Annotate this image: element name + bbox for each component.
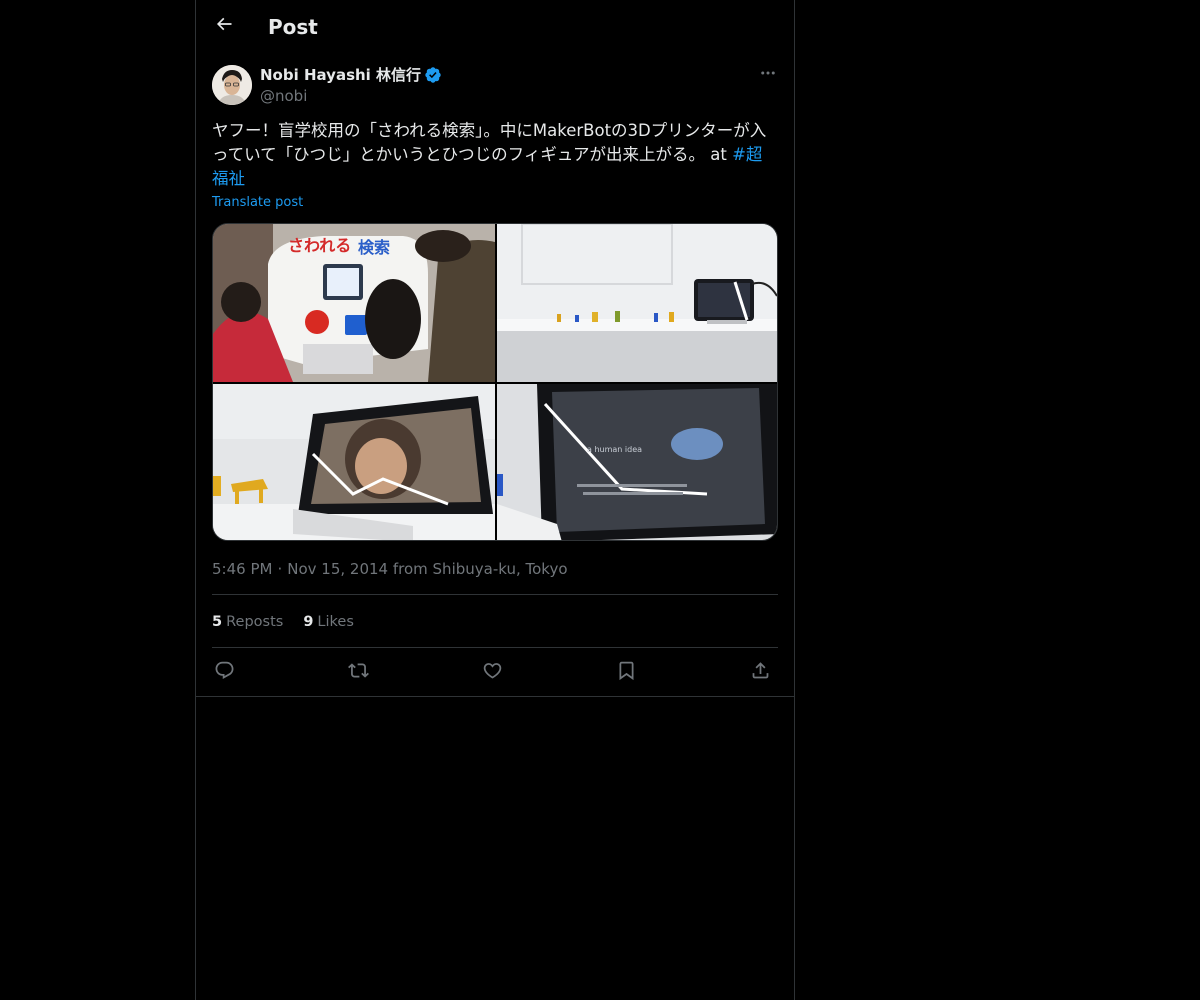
verified-badge-icon[interactable] [424, 66, 442, 84]
post-stats: 5 Reposts 9 Likes [212, 612, 374, 632]
bookmark-button[interactable] [614, 660, 638, 684]
share-icon [750, 660, 771, 685]
back-button[interactable] [210, 12, 238, 40]
media-photo-1[interactable]: さわれる 検索 [213, 224, 495, 382]
like-button[interactable] [480, 660, 504, 684]
divider [212, 594, 778, 595]
like-icon [482, 660, 503, 685]
action-bar [212, 660, 778, 686]
media-grid: さわれる 検索 a human idea [212, 223, 778, 541]
reposts-stat[interactable]: 5 Reposts [212, 612, 283, 632]
translate-post-link[interactable]: Translate post [212, 194, 303, 212]
name-row: Nobi Hayashi 林信行 [260, 65, 442, 85]
display-name[interactable]: Nobi Hayashi 林信行 [260, 65, 421, 85]
reply-icon [214, 660, 235, 685]
repost-icon [347, 660, 369, 685]
post-time[interactable]: 5:46 PM [212, 560, 272, 578]
divider [212, 647, 778, 648]
reposts-count: 5 [212, 614, 223, 630]
more-horizontal-icon [759, 64, 777, 86]
page-header: Post [196, 0, 794, 53]
reposts-label: Reposts [226, 614, 284, 630]
post-text: ヤフー！盲学校用の「さわれる検索」。中にMakerBotの3Dプリンターが入って… [212, 119, 778, 191]
svg-text:さわれる: さわれる [288, 236, 351, 255]
repost-button[interactable] [346, 660, 370, 684]
likes-count: 9 [303, 614, 314, 630]
author-handle[interactable]: @nobi [260, 86, 307, 106]
main-column: Post Nobi Hayashi 林信行 @nobi ヤフー！盲学校用の「さわ… [195, 0, 795, 1000]
svg-text:a human idea: a human idea [587, 445, 642, 454]
media-photo-2[interactable] [497, 224, 777, 382]
post-text-body: ヤフー！盲学校用の「さわれる検索」。中にMakerBotの3Dプリンターが入って… [212, 121, 767, 164]
svg-text:検索: 検索 [358, 238, 390, 257]
more-button[interactable] [758, 65, 778, 85]
share-button[interactable] [748, 660, 772, 684]
likes-label: Likes [317, 614, 354, 630]
post-date[interactable]: Nov 15, 2014 [287, 560, 388, 578]
media-photo-4[interactable]: a human idea [497, 384, 777, 540]
arrow-left-icon [214, 14, 234, 38]
post-author: Nobi Hayashi 林信行 @nobi [212, 65, 778, 107]
avatar[interactable] [212, 65, 252, 105]
reply-button[interactable] [212, 660, 236, 684]
bookmark-icon [616, 660, 637, 685]
page-title: Post [268, 15, 318, 39]
post-metadata: 5:46 PM · Nov 15, 2014 from Shibuya-ku, To… [212, 559, 568, 579]
media-photo-3[interactable] [213, 384, 495, 540]
divider [196, 696, 794, 697]
likes-stat[interactable]: 9 Likes [303, 612, 354, 632]
post-location: from Shibuya-ku, Tokyo [392, 560, 568, 578]
meta-separator: · [277, 560, 283, 578]
